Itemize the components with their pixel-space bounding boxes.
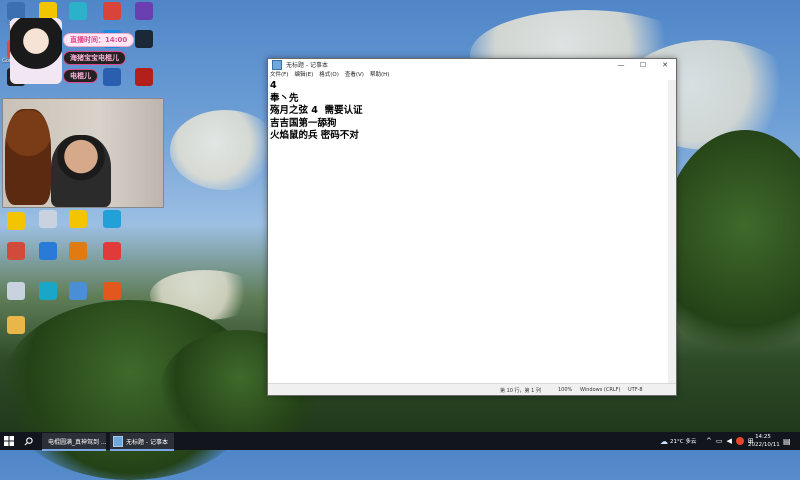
notepad-window[interactable]: 无标题 - 记事本 — ☐ ✕ 文件(F) 编辑(E) 格式(O) 查看(V) … [267, 58, 677, 396]
volume-icon[interactable]: ◀ [727, 437, 732, 445]
status-bar: 第 10 行，第 1 列 100% Windows (CRLF) UTF-8 [268, 383, 676, 395]
app-icon [7, 242, 25, 260]
app-icon [69, 210, 87, 228]
task-label: 电棍圆满_真神驾到 ... [48, 438, 107, 446]
notepad-icon [272, 59, 282, 70]
streamer-name-badge: 海猪宝宝电棍儿 [63, 51, 126, 65]
app-icon [39, 242, 57, 260]
cloud-icon: ☁ [660, 436, 668, 446]
office-icon [103, 282, 121, 300]
menu-bar: 文件(F) 编辑(E) 格式(O) 查看(V) 帮助(H) [268, 70, 676, 80]
menu-edit[interactable]: 编辑(E) [294, 70, 313, 80]
app-icon [69, 282, 87, 300]
desktop-icon[interactable] [34, 242, 62, 260]
desktop-icon[interactable] [64, 210, 92, 228]
search-button[interactable] [24, 432, 38, 450]
desktop-icon[interactable] [34, 282, 62, 300]
desktop-icon[interactable] [98, 210, 126, 228]
desktop-icon[interactable] [2, 242, 30, 260]
notification-icon[interactable]: ▤ [783, 432, 791, 450]
cursor-position: 第 10 行，第 1 列 [500, 388, 541, 394]
streamer-person [51, 135, 111, 207]
weather-text: 21°C 多云 [670, 439, 697, 445]
minimize-button[interactable]: — [610, 61, 632, 69]
text-line: 4 [270, 80, 277, 91]
app-icon [103, 242, 121, 260]
cloud [170, 110, 280, 190]
menu-format[interactable]: 格式(O) [319, 70, 339, 80]
notepad-icon [113, 435, 123, 447]
stream-overlay: 直播时间：14:00 海猪宝宝电棍儿 电棍儿 [8, 16, 158, 91]
taskbar-chrome[interactable]: 电棍圆满_真神驾到 ... [42, 433, 107, 451]
menu-file[interactable]: 文件(F) [270, 70, 288, 80]
line-ending: Windows (CRLF) [580, 387, 621, 393]
stream-time-badge: 直播时间：14:00 [63, 33, 135, 47]
desktop-icon[interactable] [64, 282, 92, 300]
app-icon [39, 282, 57, 300]
avatar [10, 18, 62, 84]
close-button[interactable]: ✕ [654, 61, 676, 69]
plush-toy [5, 109, 51, 205]
chevron-up-icon[interactable]: ^ [706, 437, 712, 445]
app-icon [103, 210, 121, 228]
network-icon[interactable]: ▭ [716, 437, 723, 445]
weather[interactable]: ☁ 21°C 多云 [660, 432, 696, 450]
desktop-icon[interactable] [2, 282, 30, 300]
encoding: UTF-8 [628, 387, 643, 393]
task-label: 无标题 - 记事本 [126, 438, 168, 446]
menu-view[interactable]: 查看(V) [345, 70, 364, 80]
menu-help[interactable]: 帮助(H) [370, 70, 389, 80]
clock-time: 14:25 [755, 434, 771, 440]
webcam-feed [2, 98, 164, 208]
text-line: 吉吉国第一舔狗 [270, 117, 337, 129]
taskbar-notepad[interactable]: 无标题 - 记事本 [110, 433, 174, 451]
start-button[interactable] [4, 432, 18, 450]
clock[interactable]: 14:25 2022/10/11 [748, 433, 780, 449]
zoom-level: 100% [558, 387, 573, 393]
desktop-icon[interactable] [2, 212, 30, 230]
title-bar[interactable]: 无标题 - 记事本 — ☐ ✕ [268, 59, 676, 70]
text-editor[interactable]: 4 奉丶先 殇月之弦 4 需要认证 吉吉国第一舔狗 火焰鼠的兵 密码不对 [270, 80, 668, 383]
desktop-icon[interactable] [64, 242, 92, 260]
text-line: 火焰鼠的兵 密码不对 [270, 130, 359, 141]
desktop-icon[interactable] [34, 210, 62, 228]
maximize-button[interactable]: ☐ [632, 61, 654, 69]
desktop-icon[interactable] [98, 242, 126, 260]
app-icon [7, 212, 25, 230]
vertical-scrollbar[interactable] [668, 80, 676, 383]
search-icon [24, 436, 33, 445]
app-icon [69, 242, 87, 260]
windows-icon [4, 436, 14, 446]
tray-app-icon[interactable] [735, 437, 744, 445]
folder-icon [7, 316, 25, 334]
streamer-nick-badge: 电棍儿 [63, 69, 98, 83]
tree [660, 130, 800, 370]
doc-icon [7, 282, 25, 300]
desktop-icon[interactable] [98, 282, 126, 300]
desktop-icon[interactable] [2, 316, 30, 334]
clock-date: 2022/10/11 [748, 442, 780, 448]
window-title: 无标题 - 记事本 [286, 62, 328, 69]
taskbar: 电棍圆满_真神驾到 ... 无标题 - 记事本 ☁ 21°C 多云 ^ ▭ ◀ … [0, 432, 800, 451]
text-line: 殇月之弦 4 需要认证 [270, 105, 363, 116]
doc-icon [39, 210, 57, 228]
text-line: 奉丶先 [270, 92, 299, 104]
